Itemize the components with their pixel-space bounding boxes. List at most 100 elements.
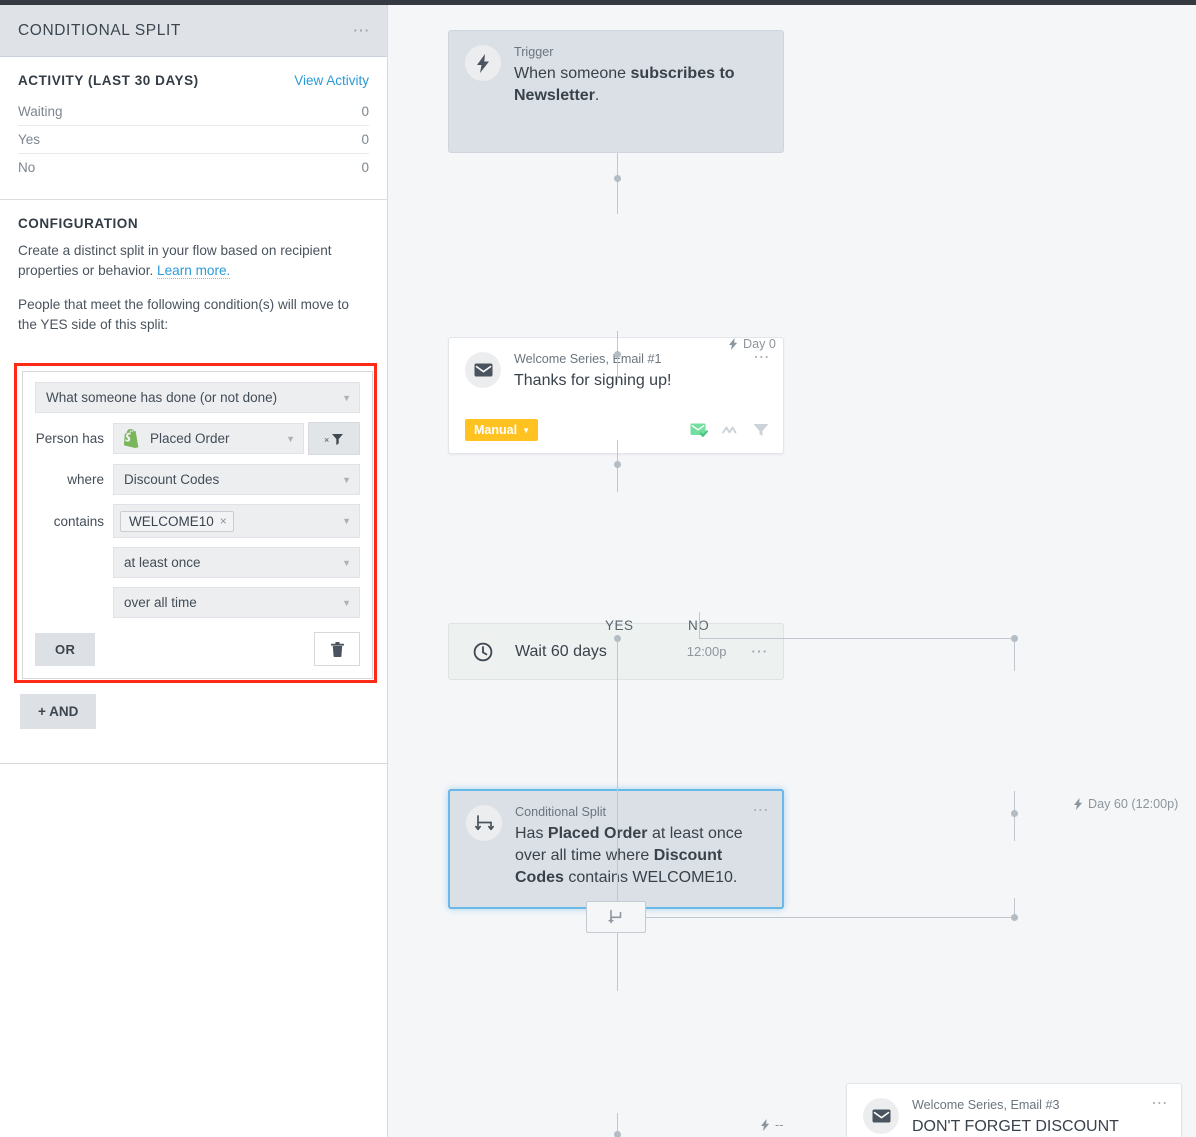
view-activity-link[interactable]: View Activity (294, 73, 369, 88)
trigger-text-post: . (594, 87, 600, 104)
value-chip-label: WELCOME10 (129, 513, 214, 529)
connector-no-stub (699, 612, 700, 638)
delete-condition-button[interactable] (314, 632, 360, 666)
email3-title: DON'T FORGET DISCOUNT (912, 1118, 1119, 1135)
where-field-select[interactable]: Discount Codes ▼ (113, 464, 360, 495)
trigger-node[interactable]: Trigger When someone subscribes to Newsl… (448, 30, 784, 153)
envelope-icon (872, 1109, 890, 1123)
close-icon[interactable]: × (220, 514, 227, 528)
connector-yes-branch (617, 637, 618, 914)
split-branch-icon (474, 814, 494, 830)
email1-status-icons (690, 423, 769, 438)
email1-timing-label: Day 0 (743, 337, 776, 351)
learn-more-link[interactable]: Learn more. (157, 263, 231, 279)
wait1-label: Wait 60 days (515, 642, 607, 660)
split-text-2: Placed Order (547, 825, 648, 842)
email1-timing: Day 0 (729, 337, 776, 351)
trigger-head: Trigger When someone subscribes to Newsl… (449, 31, 783, 107)
clear-filter-button[interactable]: × (308, 422, 360, 455)
email-sent-icon (690, 423, 708, 437)
frequency-select[interactable]: at least once ▼ (113, 547, 360, 578)
smart-sending-icon (722, 426, 737, 433)
connector-node-handle[interactable] (1011, 635, 1018, 642)
email2-timing-label: -- (775, 1118, 784, 1132)
email3-timing-label: Day 60 (12:00p) (1088, 797, 1179, 811)
trigger-kind: Trigger (514, 45, 554, 59)
lightning-bolt-icon (1074, 798, 1083, 810)
timeframe-row: over all time ▼ (35, 587, 360, 618)
lightning-bolt-icon (476, 53, 489, 73)
lightning-bolt-icon (761, 1119, 770, 1131)
panel-menu-icon[interactable]: ⋯ (353, 22, 372, 39)
email1-title: Thanks for signing up! (514, 372, 672, 389)
wait1-icon-wrap (465, 633, 501, 670)
email1-icon-wrap (465, 352, 501, 388)
split-head: Conditional Split Has Placed Order at le… (450, 791, 782, 889)
email2-timing: -- (761, 1118, 783, 1132)
split-icon-wrap (466, 805, 502, 841)
connector-node-handle[interactable] (1011, 810, 1018, 817)
connector-node-handle[interactable] (614, 461, 621, 468)
activity-row-no: No 0 (18, 154, 369, 181)
trigger-icon-wrap (465, 45, 501, 81)
connector-node-handle[interactable] (614, 635, 621, 642)
email1-text: Welcome Series, Email #1 Thanks for sign… (514, 352, 671, 392)
activity-heading: ACTIVITY (LAST 30 DAYS) (18, 73, 199, 88)
merge-branch-icon (607, 909, 621, 923)
connector-node-handle[interactable] (614, 175, 621, 182)
conditional-split-panel: CONDITIONAL SPLIT ⋯ ACTIVITY (LAST 30 DA… (0, 5, 388, 1137)
email1-manual-badge[interactable]: Manual ▼ (465, 419, 538, 441)
conditional-split-node[interactable]: ⋯ Conditional Split Has Placed Order at … (448, 789, 784, 909)
metric-select[interactable]: Placed Order ▼ (113, 423, 304, 454)
merge-junction[interactable] (586, 901, 646, 933)
contains-value-select[interactable]: WELCOME10 × ▼ (113, 504, 360, 538)
add-and-condition-button[interactable]: + AND (20, 694, 97, 729)
flow-canvas: Trigger When someone subscribes to Newsl… (389, 5, 1196, 1137)
split-menu-icon[interactable]: ⋯ (752, 803, 770, 819)
activity-row-waiting: Waiting 0 (18, 98, 369, 126)
split-kind: Conditional Split (515, 805, 607, 819)
chevron-down-icon: ▼ (342, 516, 351, 526)
clock-icon (473, 642, 493, 661)
split-title: Has Placed Order at least once over all … (515, 823, 768, 889)
metric-value: Placed Order (150, 431, 230, 446)
where-label: where (67, 472, 104, 487)
where-value: Discount Codes (124, 472, 220, 487)
email3-head: Welcome Series, Email #3 DON'T FORGET DI… (847, 1084, 1181, 1137)
chevron-down-icon: ▼ (286, 433, 295, 444)
trigger-text: Trigger When someone subscribes to Newsl… (514, 45, 769, 107)
timeframe-select[interactable]: over all time ▼ (113, 587, 360, 618)
timeframe-value: over all time (124, 595, 197, 610)
split-text-5: contains WELCOME10. (563, 869, 738, 886)
svg-text:×: × (324, 435, 329, 445)
wait1-menu-icon[interactable]: ⋯ (751, 643, 770, 660)
connector-node-handle[interactable] (1011, 914, 1018, 921)
connector-trigger-email1 (617, 153, 618, 214)
where-row: where Discount Codes ▼ (35, 464, 360, 495)
chevron-down-icon: ▼ (342, 557, 351, 568)
or-button[interactable]: OR (35, 632, 96, 666)
connector-node-handle[interactable] (614, 1131, 621, 1137)
condition-highlight-box: What someone has done (or not done) ▼ Pe… (14, 363, 377, 683)
activity-row-yes: Yes 0 (18, 126, 369, 154)
email3-icon-wrap (863, 1098, 899, 1134)
activity-label: No (18, 160, 36, 175)
shopify-icon (124, 429, 141, 448)
wait1-time: 12:00p (686, 644, 727, 659)
email1-menu-icon[interactable]: ⋯ (753, 350, 771, 366)
email3-menu-icon[interactable]: ⋯ (1151, 1096, 1169, 1112)
page-title: CONDITIONAL SPLIT (18, 21, 181, 39)
connector-node-handle[interactable] (614, 351, 621, 358)
condition-type-select[interactable]: What someone has done (or not done) ▼ (35, 382, 360, 413)
configuration-instruction: People that meet the following condition… (18, 297, 349, 332)
configuration-section: CONFIGURATION Create a distinct split in… (0, 200, 387, 335)
connector-no-horizontal (699, 638, 1014, 639)
email3-text: Welcome Series, Email #3 DON'T FORGET DI… (912, 1098, 1119, 1137)
connector-merge-horizontal (646, 917, 1015, 918)
email1-kind: Welcome Series, Email #1 (514, 352, 662, 366)
email3-timing: Day 60 (12:00p) (1074, 797, 1178, 811)
trigger-title: When someone subscribes to Newsletter. (514, 63, 769, 107)
chevron-down-icon: ▼ (342, 474, 351, 485)
email-node-3[interactable]: ⋯ Welcome Series, Email #3 DON'T FORGET … (846, 1083, 1182, 1137)
activity-value: 0 (361, 132, 369, 147)
